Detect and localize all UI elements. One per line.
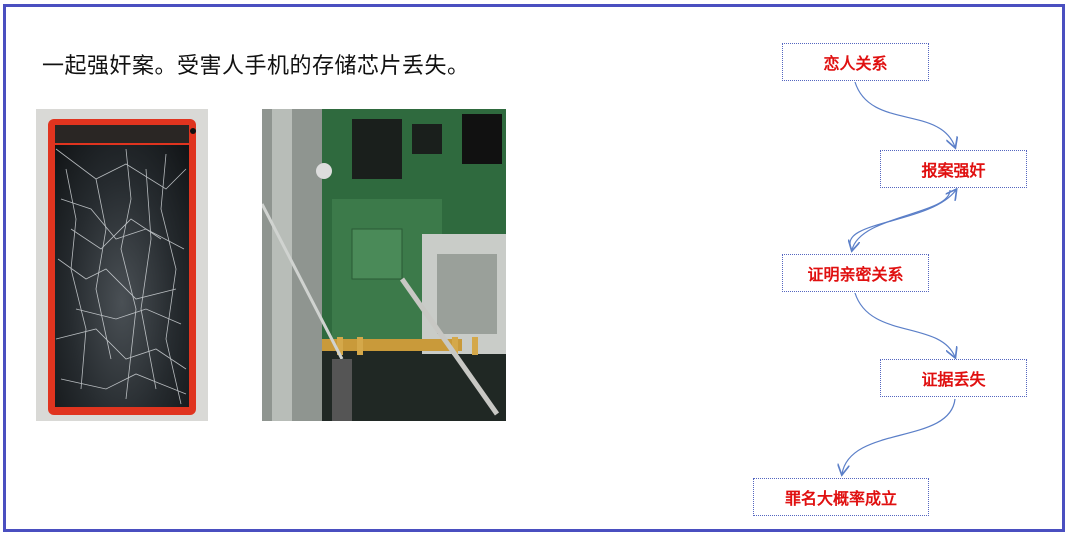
flow-node-report-rape: 报案强奸 bbox=[880, 150, 1027, 188]
flow-node-charge-likely-established: 罪名大概率成立 bbox=[753, 478, 929, 516]
arrow-2-to-3 bbox=[852, 189, 951, 250]
flow-node-romantic-relationship: 恋人关系 bbox=[782, 43, 929, 81]
arrow-3-to-4 bbox=[854, 292, 955, 357]
flow-node-evidence-lost: 证据丢失 bbox=[880, 359, 1027, 397]
flow-node-prove-intimacy: 证明亲密关系 bbox=[782, 254, 929, 292]
arrow-3-to-2 bbox=[849, 190, 956, 251]
arrow-4-to-5 bbox=[842, 398, 956, 474]
arrow-1-to-2 bbox=[854, 81, 955, 147]
